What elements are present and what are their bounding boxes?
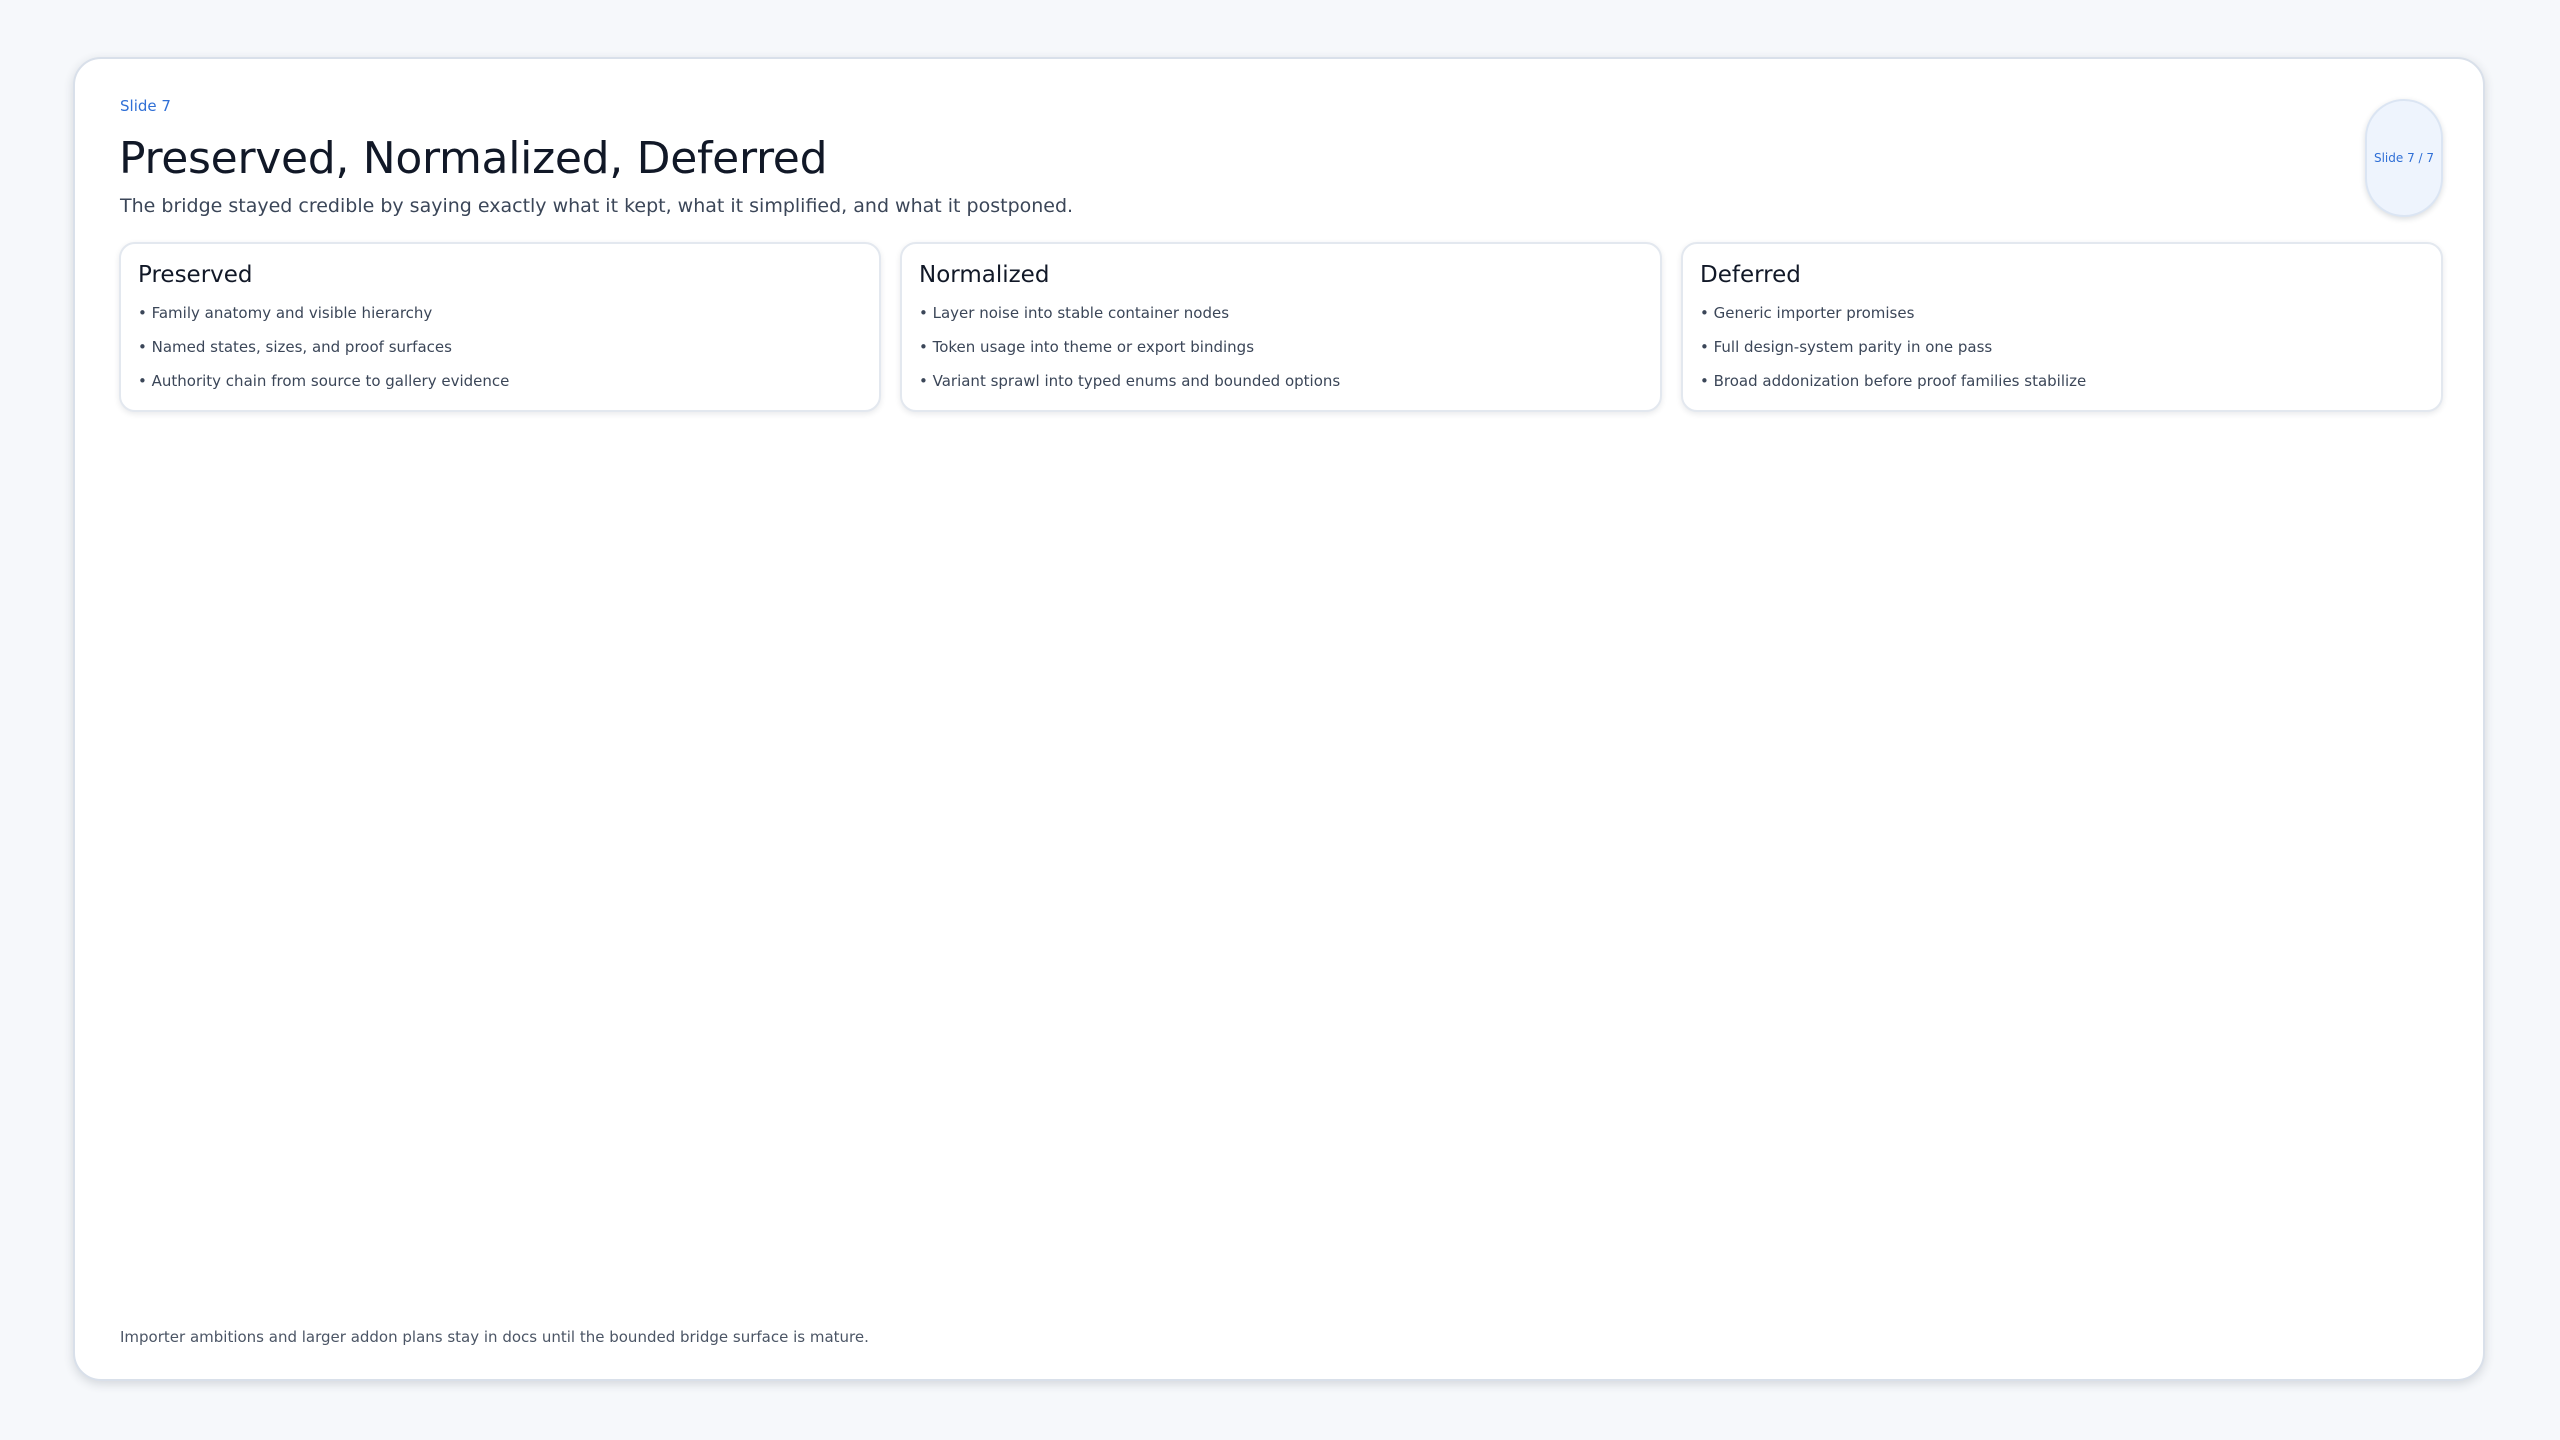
list-item: • Full design-system parity in one pass (1700, 338, 1993, 356)
list-item: • Variant sprawl into typed enums and bo… (919, 372, 1341, 390)
list-item: • Broad addonization before proof famili… (1700, 372, 2087, 390)
card-list: • Generic importer promises • Full desig… (1700, 304, 2086, 406)
list-item: • Authority chain from source to gallery… (138, 372, 510, 390)
card-title: Normalized (919, 262, 1050, 288)
card-deferred: Deferred • Generic importer promises • F… (1681, 242, 2443, 412)
list-item: • Named states, sizes, and proof surface… (138, 338, 452, 356)
card-preserved: Preserved • Family anatomy and visible h… (119, 242, 881, 412)
list-item: • Generic importer promises (1700, 304, 1915, 322)
card-list: • Family anatomy and visible hierarchy •… (138, 304, 509, 406)
card-normalized: Normalized • Layer noise into stable con… (900, 242, 1662, 412)
list-item: • Layer noise into stable container node… (919, 304, 1230, 322)
slide-footnote: Importer ambitions and larger addon plan… (120, 1328, 869, 1346)
slide-eyebrow: Slide 7 (120, 97, 171, 115)
card-title: Deferred (1700, 262, 1801, 288)
slide-title: Preserved, Normalized, Deferred (119, 133, 828, 184)
card-title: Preserved (138, 262, 253, 288)
list-item: • Family anatomy and visible hierarchy (138, 304, 433, 322)
slide-card: Slide 7 Preserved, Normalized, Deferred … (73, 57, 2485, 1381)
card-list: • Layer noise into stable container node… (919, 304, 1340, 406)
slide-counter-badge[interactable]: Slide 7 / 7 (2365, 99, 2443, 217)
slide-subtitle: The bridge stayed credible by saying exa… (120, 195, 1074, 217)
list-item: • Token usage into theme or export bindi… (919, 338, 1255, 356)
